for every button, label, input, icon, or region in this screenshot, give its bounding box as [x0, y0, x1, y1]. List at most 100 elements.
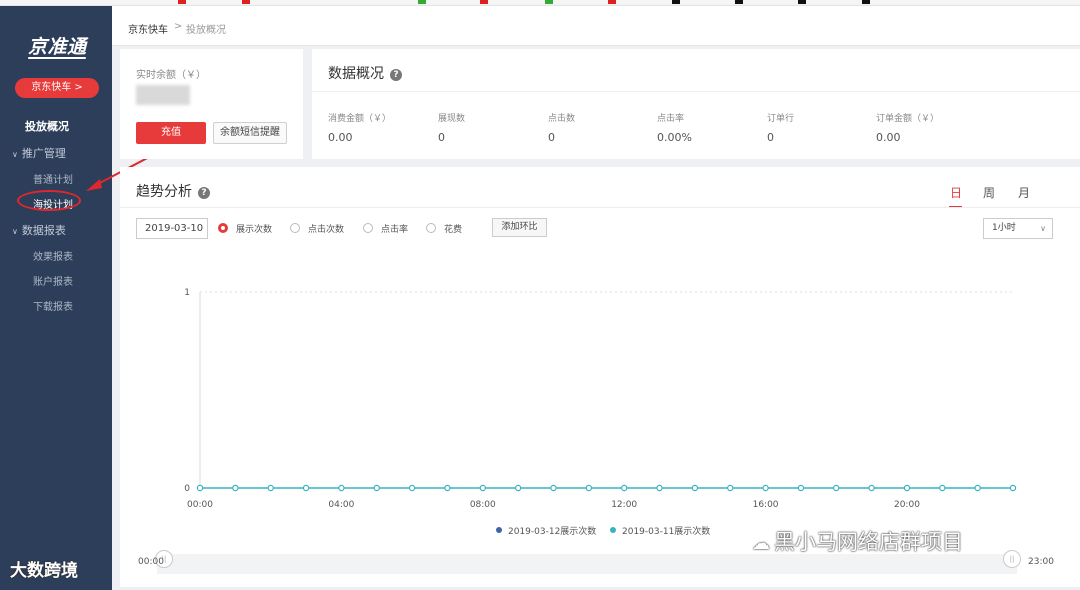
logo-swoosh — [28, 57, 86, 59]
x-tick-label: 08:00 — [470, 500, 496, 507]
trend-line-chart: 0 1 00:00 04:00 08:00 12:00 16:00 20:00 — [184, 288, 1017, 507]
metric-ctr: 点击率 0.00% — [657, 111, 692, 144]
data-point — [797, 484, 805, 492]
radio-clicks[interactable]: 点击次数 — [290, 222, 344, 235]
x-tick-label: 16:00 — [753, 500, 779, 507]
slider-end-label: 23:00 — [1028, 557, 1054, 567]
tab-month[interactable]: 月 — [1018, 184, 1030, 201]
balance-value-blurred — [136, 85, 190, 105]
overview-title-text: 数据概况 — [328, 66, 384, 82]
add-comparison-button[interactable]: 添加环比 — [492, 218, 547, 237]
balance-card: 实时余额（￥） 充值 余额短信提醒 — [120, 49, 303, 159]
data-point — [939, 484, 946, 492]
radio-ctr[interactable]: 点击率 — [363, 222, 408, 235]
radio-icon — [290, 223, 300, 233]
data-point — [196, 484, 204, 492]
legend-dot-icon — [496, 527, 502, 533]
sidebar-item-download-report[interactable]: 下载报表 — [0, 298, 112, 313]
metric-label: 展现数 — [438, 114, 466, 124]
metric-label: 点击率 — [657, 114, 685, 124]
interval-select[interactable]: 1小时 ∨ — [983, 218, 1053, 239]
radio-label: 展示次数 — [236, 225, 273, 235]
data-point — [550, 484, 557, 492]
x-tick-label: 04:00 — [328, 500, 354, 507]
breadcrumb-current: 投放概况 — [186, 25, 226, 36]
sidebar-item-account-report[interactable]: 账户报表 — [0, 273, 112, 288]
data-point — [903, 484, 911, 492]
metric-value: 0.00 — [876, 131, 901, 144]
help-icon[interactable]: ? — [390, 69, 402, 81]
data-point — [479, 484, 486, 492]
x-tick-label: 20:00 — [894, 500, 920, 507]
data-point — [267, 484, 274, 492]
watermark-right: ☁ 黑小马网络店群项目 — [752, 526, 963, 556]
data-point — [373, 484, 380, 492]
range-slider-track[interactable] — [157, 554, 1017, 574]
breadcrumb: 京东快车 > 投放概况 — [112, 6, 1080, 46]
tab-day[interactable]: 日 — [948, 184, 963, 208]
metric-value: 0.00% — [657, 131, 692, 144]
breadcrumb-root[interactable]: 京东快车 — [128, 21, 168, 36]
metric-impressions: 展现数 0 — [438, 111, 465, 144]
date-picker[interactable]: 2019-03-10 — [136, 218, 208, 239]
sidebar-group-reports[interactable]: ∨ 数据报表 — [0, 222, 112, 238]
chevron-down-icon: ∨ — [12, 150, 18, 159]
sidebar-group-label: 推广管理 — [21, 147, 66, 160]
y-tick-label: 0 — [184, 484, 190, 494]
legend-item-0311[interactable]: 2019-03-11展示次数 — [610, 524, 710, 537]
sms-reminder-button[interactable]: 余额短信提醒 — [213, 122, 287, 144]
data-point — [727, 484, 734, 492]
sidebar: 京准通 京东快车 > 投放概况 ∨ 推广管理 普通计划 海投计划 ∨ 数据报表 效果… — [0, 6, 112, 590]
metric-spend: 消费金额（￥） 0.00 — [328, 111, 391, 144]
x-tick-label: 00:00 — [187, 500, 213, 507]
data-point — [1009, 484, 1017, 492]
radio-icon — [426, 223, 436, 233]
overview-title: 数据概况? — [328, 63, 402, 83]
y-tick-label: 1 — [184, 288, 190, 298]
data-point — [833, 484, 840, 492]
metric-order-amount: 订单金额（￥） 0.00 — [876, 111, 939, 144]
data-point — [232, 484, 239, 492]
interval-value: 1小时 — [992, 223, 1016, 233]
help-icon[interactable]: ? — [198, 187, 210, 199]
data-point — [585, 484, 593, 492]
chevron-down-icon: ∨ — [1040, 224, 1046, 233]
jzt-logo: 京准通 — [28, 36, 87, 58]
metric-value: 0 — [548, 131, 555, 144]
sidebar-item-effect-report[interactable]: 效果报表 — [0, 248, 112, 263]
data-point — [444, 484, 451, 492]
data-point — [514, 484, 522, 492]
radio-icon — [363, 223, 373, 233]
metric-order-lines: 订单行 0 — [767, 111, 794, 144]
radio-selected-icon — [218, 223, 228, 233]
divider — [120, 207, 1080, 208]
slider-handle-right[interactable]: || — [1003, 550, 1021, 568]
radio-label: 点击率 — [381, 225, 409, 235]
data-point — [868, 484, 875, 492]
slider-start-label: 00:00 — [138, 557, 164, 567]
legend-item-0312[interactable]: 2019-03-12展示次数 — [496, 524, 596, 537]
data-point — [656, 484, 663, 492]
metric-value: 0 — [438, 131, 445, 144]
radio-impressions[interactable]: 展示次数 — [218, 222, 272, 235]
data-overview-card: 数据概况? 消费金额（￥） 0.00 展现数 0 点击数 0 点击率 0.00%… — [312, 49, 1080, 159]
balance-label: 实时余额（￥） — [136, 70, 206, 81]
breadcrumb-separator: > — [174, 21, 183, 32]
metric-label: 点击数 — [548, 114, 576, 124]
data-point — [762, 484, 769, 492]
product-switch-button[interactable]: 京东快车 > — [15, 78, 99, 98]
recharge-button[interactable]: 充值 — [136, 122, 206, 144]
radio-cost[interactable]: 花费 — [426, 222, 462, 235]
sidebar-item-overview[interactable]: 投放概况 — [0, 118, 112, 134]
data-point — [338, 484, 345, 492]
legend-dot-icon — [610, 527, 616, 533]
chevron-down-icon: ∨ — [12, 227, 18, 236]
legend-label: 2019-03-11展示次数 — [622, 527, 711, 537]
data-point — [408, 484, 416, 492]
watermark-left: 大数跨境 — [10, 556, 78, 581]
radio-label: 点击次数 — [308, 225, 345, 235]
metric-label: 订单金额（￥） — [876, 114, 940, 124]
tab-week[interactable]: 周 — [983, 184, 995, 201]
wechat-icon: ☁ — [752, 533, 770, 554]
divider — [312, 91, 1080, 92]
